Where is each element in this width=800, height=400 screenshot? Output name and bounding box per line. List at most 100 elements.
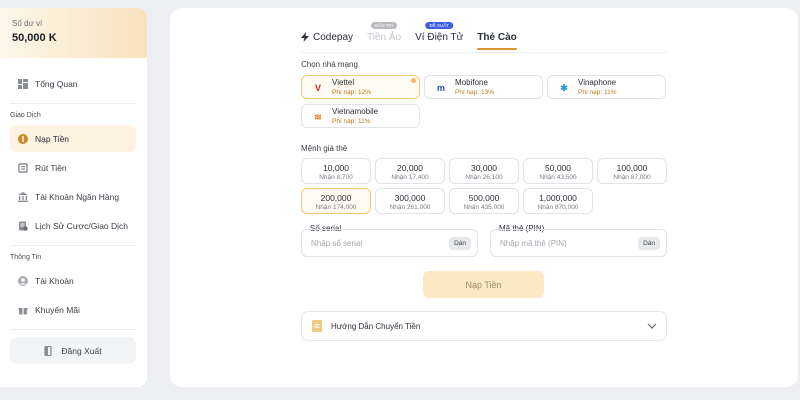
tab-label: Codepay (313, 31, 354, 43)
network-fee: Phí nạp: 11% (578, 88, 617, 96)
network-option-viettel[interactable]: V Viettel Phí nạp: 12% (301, 75, 420, 99)
tab-codepay[interactable]: Codepay (301, 32, 353, 43)
recommended-badge: ĐỀ XUẤT (425, 21, 453, 29)
sidebar-item-label: Nạp Tiền (35, 133, 70, 144)
amount-value: 10,000 (323, 163, 349, 173)
network-name: Viettel (332, 77, 355, 87)
amount-receive: Nhận 87,000 (613, 174, 651, 181)
network-name: Vinaphone (578, 77, 617, 87)
amount-value: 50,000 (545, 163, 571, 173)
vietnamobile-logo-icon: ≋ (314, 111, 322, 122)
maintenance-badge: BẢO TRÌ (371, 21, 398, 29)
vinaphone-logo-icon: ✱ (560, 82, 568, 93)
amount-option[interactable]: 500,000 Nhận 435,000 (449, 188, 519, 214)
sidebar-item-label: Tài Khoản Ngân Hàng (35, 191, 120, 202)
logout-icon (44, 345, 53, 356)
selected-dot-icon (411, 78, 416, 83)
amount-receive: Nhận 261,000 (389, 204, 431, 211)
chevron-down-icon (647, 323, 657, 329)
amount-value: 20,000 (397, 163, 423, 173)
amount-receive: Nhận 174,000 (315, 204, 357, 211)
amount-option-selected[interactable]: 200,000 Nhận 174,000 (301, 188, 371, 214)
amount-receive: Nhận 26,100 (465, 174, 503, 181)
sidebar-item-withdraw[interactable]: Rút Tiền (10, 154, 136, 181)
sidebar-item-label: Lịch Sử Cược/Giao Dịch (35, 220, 129, 231)
gift-icon (18, 307, 28, 314)
tab-label: Thẻ Cào (477, 31, 517, 43)
tab-label: Tiền Ảo (367, 31, 402, 43)
sidebar-item-label: Khuyến Mãi (35, 304, 80, 315)
amount-option[interactable]: 1,000,000 Nhận 870,000 (523, 188, 593, 214)
logout-button[interactable]: Đăng Xuất (10, 337, 136, 364)
amount-value: 200,000 (320, 193, 352, 203)
sidebar-item-overview[interactable]: Tổng Quan (10, 70, 136, 97)
user-icon (18, 275, 28, 286)
tab-scratch-card[interactable]: Thẻ Cào (477, 31, 518, 50)
section-label-info: Thông Tin (10, 254, 42, 261)
document-icon (312, 320, 322, 332)
logout-label: Đăng Xuất (61, 345, 102, 356)
tab-label: Ví Điện Tử (415, 31, 464, 43)
sidebar-item-label: Tổng Quan (35, 78, 78, 89)
amount-option[interactable]: 10,000 Nhận 8,700 (301, 158, 371, 184)
amount-option[interactable]: 30,000 Nhận 26,100 (449, 158, 519, 184)
amount-label: Mệnh giá thẻ (301, 144, 348, 153)
wallet-balance-card: Số dư ví 50,000 K (0, 8, 147, 58)
pin-field: Dán (490, 229, 667, 257)
amount-receive: Nhận 17,400 (391, 174, 429, 181)
amount-option[interactable]: 100,000 Nhận 87,000 (597, 158, 667, 184)
divider (10, 329, 137, 330)
dashboard-icon (18, 78, 28, 89)
sidebar-item-history[interactable]: Lịch Sử Cược/Giao Dịch (10, 212, 136, 239)
network-name: Vietnamobile (332, 106, 379, 116)
balance-label: Số dư ví (12, 19, 43, 28)
payment-method-tabs: Codepay BẢO TRÌ Tiền Ảo ĐỀ XUẤT Ví Điện … (301, 21, 531, 50)
guide-label: Hướng Dẫn Chuyển Tiền (331, 321, 421, 331)
paste-pin-button[interactable]: Dán (638, 236, 660, 250)
network-option-mobifone[interactable]: m Mobifone Phí nạp: 13% (424, 75, 543, 99)
lightning-icon (301, 32, 309, 42)
amount-option[interactable]: 20,000 Nhận 17,400 (375, 158, 445, 184)
tab-crypto[interactable]: BẢO TRÌ Tiền Ảo (367, 21, 402, 43)
divider (10, 245, 137, 246)
sidebar-item-account[interactable]: Tài Khoản (10, 267, 136, 294)
sidebar-item-label: Tài Khoản (35, 275, 74, 286)
transfer-guide-accordion[interactable]: Hướng Dẫn Chuyển Tiền (301, 311, 667, 341)
balance-value: 50,000 K (12, 32, 57, 44)
network-option-vinaphone[interactable]: ✱ Vinaphone Phí nạp: 11% (547, 75, 666, 99)
bank-icon (18, 191, 28, 202)
network-fee: Phí nạp: 13% (455, 88, 495, 96)
withdraw-icon (18, 162, 28, 173)
pin-input[interactable] (500, 238, 639, 248)
network-name: Mobifone (455, 77, 488, 87)
amount-option[interactable]: 300,000 Nhận 261,000 (375, 188, 445, 214)
section-label-transactions: Giao Dịch (10, 112, 41, 119)
history-icon (19, 221, 28, 231)
amount-receive: Nhận 435,000 (463, 204, 505, 211)
serial-input[interactable] (311, 238, 450, 248)
amount-receive: Nhận 8,700 (319, 174, 353, 181)
deposit-submit-button[interactable]: Nạp Tiền (423, 271, 544, 298)
amount-value: 100,000 (616, 163, 648, 173)
divider (10, 103, 137, 104)
coin-icon (18, 133, 28, 144)
sidebar: Số dư ví 50,000 K Tổng Quan Giao Dịch Nạ… (0, 8, 147, 387)
tabs-divider (301, 52, 667, 53)
network-option-vietnamobile[interactable]: ≋ Vietnamobile Phí nạp: 11% (301, 104, 420, 128)
tab-e-wallet[interactable]: ĐỀ XUẤT Ví Điện Tử (415, 21, 464, 43)
network-fee: Phí nạp: 12% (332, 88, 372, 96)
amount-value: 30,000 (471, 163, 497, 173)
sidebar-item-promotions[interactable]: Khuyến Mãi (10, 296, 136, 323)
amount-option[interactable]: 50,000 Nhận 43,500 (523, 158, 593, 184)
serial-field: Dán (301, 229, 478, 257)
amount-value: 1,000,000 (539, 193, 577, 203)
viettel-logo-icon: V (314, 83, 321, 93)
sidebar-item-label: Rút Tiền (35, 162, 67, 173)
sidebar-item-bank-account[interactable]: Tài Khoản Ngân Hàng (10, 183, 136, 210)
paste-serial-button[interactable]: Dán (449, 236, 471, 250)
network-label: Chọn nhà mạng (301, 60, 358, 69)
sidebar-item-deposit[interactable]: Nạp Tiền (10, 125, 136, 152)
amount-value: 500,000 (468, 193, 500, 203)
amount-value: 300,000 (394, 193, 426, 203)
amount-receive: Nhận 870,000 (537, 204, 579, 211)
